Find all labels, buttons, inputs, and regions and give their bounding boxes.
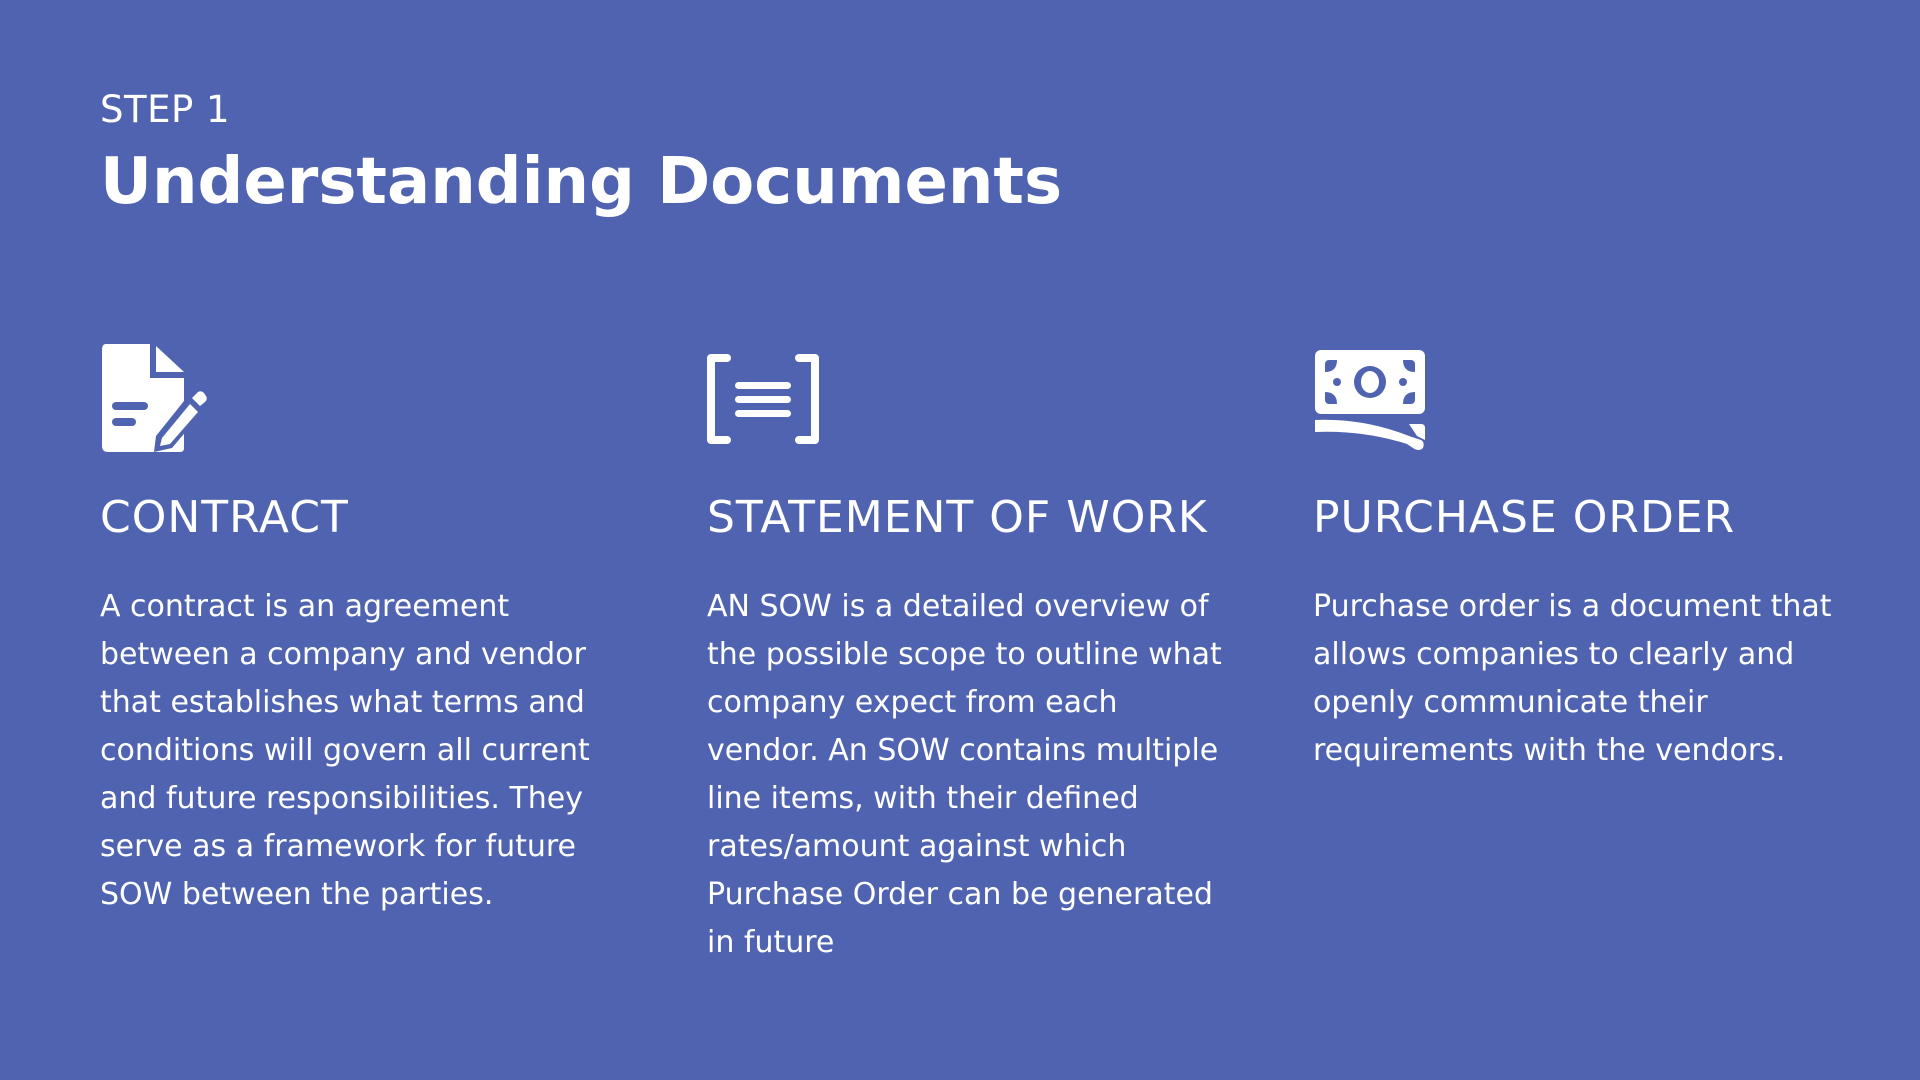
column-description: Purchase order is a document that allows… bbox=[1313, 589, 1832, 768]
column-heading: CONTRACT bbox=[100, 492, 349, 543]
column-description: AN SOW is a detailed overview of the pos… bbox=[707, 589, 1222, 960]
slide: STEP 1 Understanding Documents CONTRACT … bbox=[0, 0, 1920, 1080]
contract-column: CONTRACT A contract is an agreement betw… bbox=[100, 340, 660, 912]
money-bill-icon bbox=[1313, 340, 1433, 460]
document-signature-icon bbox=[100, 340, 220, 460]
statement-of-work-column: STATEMENT OF WORK AN SOW is a detailed o… bbox=[707, 340, 1267, 960]
column-description: A contract is an agreement between a com… bbox=[100, 589, 590, 912]
bracketed-text-icon bbox=[707, 340, 827, 460]
step-label: STEP 1 bbox=[100, 88, 231, 131]
column-heading: STATEMENT OF WORK bbox=[707, 492, 1208, 543]
column-heading: PURCHASE ORDER bbox=[1313, 492, 1736, 543]
page-title: Understanding Documents bbox=[100, 145, 1063, 219]
purchase-order-column: PURCHASE ORDER Purchase order is a docum… bbox=[1313, 340, 1873, 768]
